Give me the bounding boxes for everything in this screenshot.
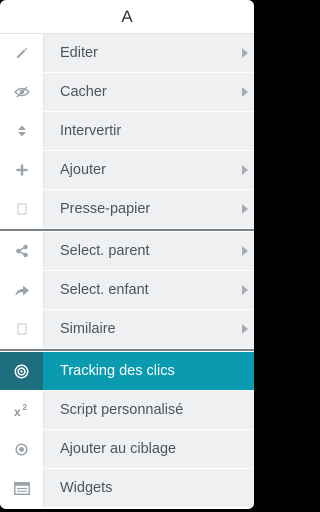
context-menu: A Editer Cacher Intervertir Ajouter Pres… <box>0 0 254 509</box>
menu-item-label: Editer <box>60 45 98 61</box>
menu-item-similaire[interactable]: Similaire <box>0 310 254 348</box>
chevron-right-icon <box>242 165 248 175</box>
group-divider <box>0 229 254 231</box>
menu-item-label: Select. enfant <box>60 282 149 298</box>
chevron-right-icon <box>242 204 248 214</box>
superscript-icon: x 2 <box>14 403 28 417</box>
menu-item-label: Tracking des clics <box>60 363 175 379</box>
plus-icon <box>16 164 27 176</box>
menu-item-label: Cacher <box>60 84 107 100</box>
svg-text:2: 2 <box>22 403 27 412</box>
chevron-right-icon <box>242 48 248 58</box>
menu-header-title: A <box>121 6 133 26</box>
menu-item-presse-papier[interactable]: Presse-papier <box>0 190 254 228</box>
widgets-icon <box>13 481 30 495</box>
menu-item-label: Presse-papier <box>60 201 151 217</box>
menu-item-intervertir[interactable]: Intervertir <box>0 112 254 150</box>
svg-text:x: x <box>14 405 21 417</box>
chevron-right-icon <box>242 285 248 295</box>
clipboard-icon <box>17 203 26 215</box>
menu-item-label: Ajouter au ciblage <box>60 441 177 457</box>
eye-slash-icon <box>13 86 30 98</box>
similar-icon <box>17 323 26 335</box>
group-divider <box>0 349 254 351</box>
pencil-icon <box>16 47 27 58</box>
menu-header: A <box>0 0 254 34</box>
sort-icon <box>17 125 26 137</box>
menu-item-widgets[interactable]: Widgets <box>0 469 254 507</box>
share-icon <box>15 244 28 258</box>
redo-arrow-icon <box>15 285 29 296</box>
menu-item-script-personnalise[interactable]: x 2 Script personnalisé <box>0 391 254 429</box>
menu-item-ajouter-au-ciblage[interactable]: Ajouter au ciblage <box>0 430 254 468</box>
chevron-right-icon <box>242 324 248 334</box>
menu-item-select-parent[interactable]: Select. parent <box>0 232 254 270</box>
chevron-right-icon <box>242 87 248 97</box>
menu-item-label: Similaire <box>60 321 116 337</box>
menu-item-ajouter[interactable]: Ajouter <box>0 151 254 189</box>
menu-item-label: Ajouter <box>60 162 106 178</box>
dot-circle-icon <box>15 442 28 456</box>
menu-item-editer[interactable]: Editer <box>0 34 254 72</box>
menu-item-label: Script personnalisé <box>60 402 184 418</box>
menu-item-select-enfant[interactable]: Select. enfant <box>0 271 254 309</box>
menu-item-label: Select. parent <box>60 243 150 259</box>
menu-item-tracking-des-clics[interactable]: Tracking des clics <box>0 352 254 390</box>
menu-item-label: Widgets <box>60 480 113 496</box>
menu-item-label: Intervertir <box>60 123 122 139</box>
chevron-right-icon <box>242 246 248 256</box>
menu-item-cacher[interactable]: Cacher <box>0 73 254 111</box>
target-icon <box>14 364 29 378</box>
